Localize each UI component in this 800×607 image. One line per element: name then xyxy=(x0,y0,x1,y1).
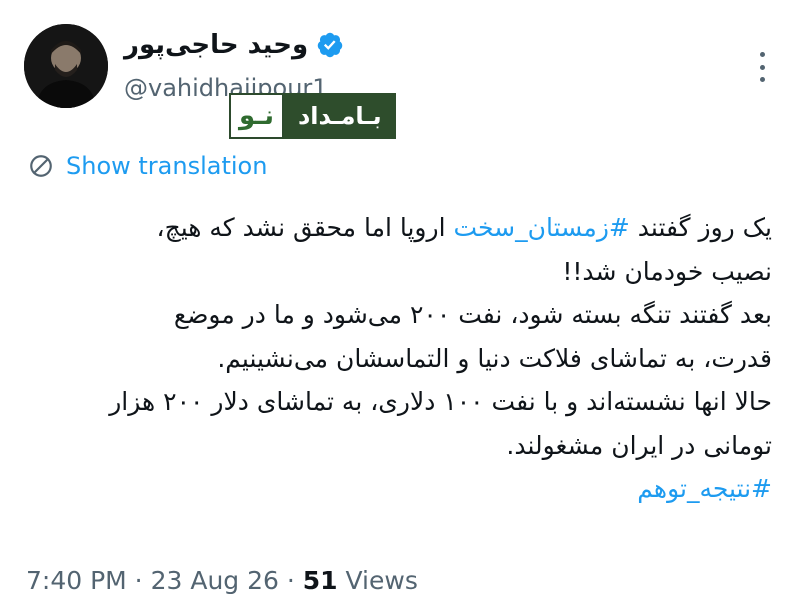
tweet-line-4: قدرت، به تماشای فلاکت دنیا و التماسشان م… xyxy=(217,343,772,373)
watermark-part-light: نـو xyxy=(229,93,284,139)
watermark-logo: نـو بـامـداد xyxy=(229,93,396,139)
avatar[interactable] xyxy=(24,24,108,108)
more-options-icon[interactable] xyxy=(752,52,772,82)
tweet-line-2: نصیب خودمان شد!! xyxy=(562,256,772,286)
hashtag-link-2[interactable]: #نتیجه_توهم xyxy=(637,474,772,503)
show-translation-link[interactable]: Show translation xyxy=(28,152,267,180)
tweet-meta: 7:40 PM · 23 Aug 26 · 51 Views xyxy=(26,566,418,595)
views-count: 51 xyxy=(302,566,338,595)
tweet-line-6: تومانی در ایران مشغولند. xyxy=(506,430,772,460)
author-name-row[interactable]: وحید حاجی‌پور xyxy=(124,30,344,60)
translate-icon xyxy=(30,155,52,177)
hashtag-link[interactable]: #زمستان_سخت xyxy=(453,213,629,242)
show-translation-label[interactable]: Show translation xyxy=(66,152,267,180)
watermark-part-dark: بـامـداد xyxy=(283,93,396,139)
tweet-time[interactable]: 7:40 PM xyxy=(26,566,127,595)
tweet-line-1: یک روز گفتند #زمستان_سخت اروپا اما محقق … xyxy=(156,213,772,242)
author-display-name[interactable]: وحید حاجی‌پور xyxy=(124,30,308,60)
tweet-line-5: حالا انها نشسته‌اند و با نفت ۱۰۰ دلاری، … xyxy=(109,387,772,416)
tweet-line-3: بعد گفتند تنگه بسته شود، نفت ۲۰۰ می‌شود … xyxy=(173,300,772,329)
verified-badge-icon xyxy=(317,32,343,58)
tweet-text: یک روز گفتند #زمستان_سخت اروپا اما محقق … xyxy=(20,206,772,511)
tweet-date[interactable]: 23 Aug 26 xyxy=(151,566,279,595)
views-label: Views xyxy=(337,566,418,595)
